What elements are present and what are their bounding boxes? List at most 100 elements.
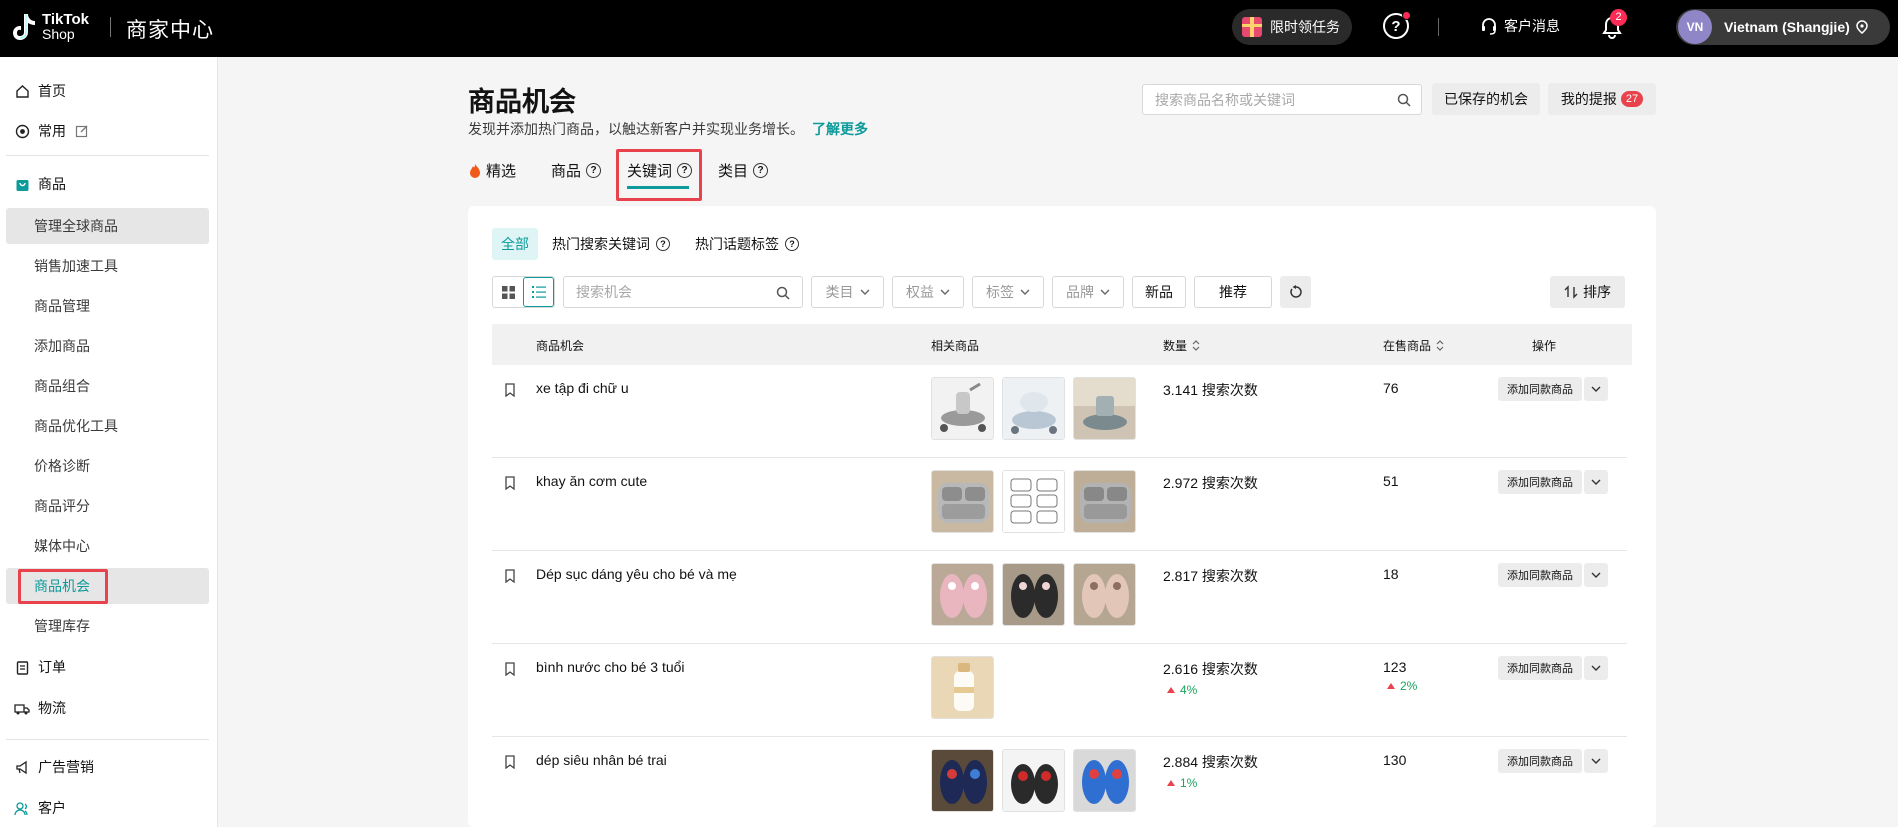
help-icon[interactable]: ? [586, 163, 602, 178]
table-row: bình nước cho bé 3 tuổi 2.616 搜索次数 4% 12… [492, 644, 1627, 737]
more-actions-dropdown[interactable] [1584, 656, 1608, 680]
bookmark-icon[interactable] [504, 476, 516, 490]
column-quantity[interactable]: 数量 [1163, 337, 1200, 354]
sandal-blue-icon[interactable] [1073, 749, 1136, 812]
add-similar-product-button[interactable]: 添加同款商品 [1498, 563, 1582, 587]
help-icon[interactable]: ? [1383, 11, 1411, 39]
more-actions-dropdown[interactable] [1584, 563, 1608, 587]
more-actions-dropdown[interactable] [1584, 377, 1608, 401]
clog-black-icon[interactable] [1002, 563, 1065, 626]
customer-messages-button[interactable]: 客户消息 [1480, 16, 1560, 36]
chevron-down-icon [1020, 289, 1030, 295]
sidebar-item-price-diagnosis[interactable]: 价格诊断 [6, 448, 209, 484]
sidebar-item-media-center[interactable]: 媒体中心 [6, 528, 209, 564]
help-icon[interactable]: ? [753, 163, 769, 178]
sidebar-item-product-bundle[interactable]: 商品组合 [6, 368, 209, 404]
brand-filter-dropdown[interactable]: 品牌 [1052, 276, 1124, 308]
sidebar-item-common[interactable]: 常用 [14, 118, 98, 144]
chevron-down-icon [1591, 572, 1601, 578]
tray-steel-icon[interactable] [1073, 470, 1136, 533]
sidebar-item-inventory[interactable]: 管理库存 [6, 608, 209, 644]
my-proposals-button[interactable]: 我的提报 27 [1548, 83, 1656, 115]
tab-categories[interactable]: 类目? [718, 160, 769, 181]
more-actions-dropdown[interactable] [1584, 470, 1608, 494]
bottle-icon[interactable] [931, 656, 994, 719]
tag-filter-dropdown[interactable]: 标签 [972, 276, 1044, 308]
clog-pink-icon[interactable] [931, 563, 994, 626]
sidebar-item-orders[interactable]: 订单 [14, 654, 66, 680]
limited-task-button[interactable]: 限时领任务 [1232, 9, 1352, 45]
bookmark-icon[interactable] [504, 662, 516, 676]
account-switcher[interactable]: VN Vietnam (Shangjie) [1676, 9, 1890, 45]
tray-grid-icon[interactable] [1002, 470, 1065, 533]
search-count: 2.884 搜索次数 1% [1163, 752, 1258, 790]
walker-grey-icon[interactable] [931, 377, 994, 440]
bookmark-icon[interactable] [504, 755, 516, 769]
sidebar-item-optimization-tool[interactable]: 商品优化工具 [6, 408, 209, 444]
keyword-text[interactable]: khay ăn cơm cute [536, 473, 647, 489]
search-icon[interactable] [776, 286, 790, 300]
subtab-all[interactable]: 全部 [492, 228, 538, 260]
benefit-filter-dropdown[interactable]: 权益 [892, 276, 964, 308]
sandal-hero-icon[interactable] [931, 749, 994, 812]
subtab-hot-topic[interactable]: 热门话题标签? [695, 228, 799, 260]
sidebar-item-sales-accelerator[interactable]: 销售加速工具 [6, 248, 209, 284]
page-description: 发现并添加热门商品，以触达新客户并实现业务增长。 了解更多 [468, 119, 868, 139]
list-view-icon[interactable] [523, 277, 554, 307]
sort-arrows-icon[interactable] [1192, 340, 1200, 351]
avatar: VN [1678, 10, 1712, 44]
table-row: xe tập đi chữ u 3.141 搜索次数 76 添加同款商品 [492, 365, 1627, 458]
sidebar-item-home[interactable]: 首页 [14, 78, 66, 104]
chevron-down-icon [940, 289, 950, 295]
column-on-sale[interactable]: 在售商品 [1383, 337, 1444, 354]
clog-pink-icon[interactable] [1073, 563, 1136, 626]
sandal-red-icon[interactable] [1002, 749, 1065, 812]
bookmark-icon[interactable] [504, 569, 516, 583]
sidebar-item-logistics[interactable]: 物流 [14, 695, 66, 721]
walker-round-icon[interactable] [1002, 377, 1065, 440]
sidebar-item-ads[interactable]: 广告营销 [14, 754, 94, 780]
help-icon[interactable]: ? [785, 237, 799, 251]
tab-featured[interactable]: 精选 [468, 160, 516, 181]
keyword-text[interactable]: dép siêu nhân bé trai [536, 752, 667, 768]
bookmark-icon[interactable] [504, 383, 516, 397]
on-sale-count: 123 2% [1383, 659, 1417, 693]
learn-more-link[interactable]: 了解更多 [812, 121, 868, 137]
add-similar-product-button[interactable]: 添加同款商品 [1498, 749, 1582, 773]
reset-filters-button[interactable] [1280, 276, 1311, 308]
sidebar-item-product-management[interactable]: 商品管理 [6, 288, 209, 324]
sidebar-item-customers[interactable]: 客户 [14, 795, 66, 821]
category-filter-dropdown[interactable]: 类目 [811, 276, 884, 308]
related-products [931, 470, 1136, 533]
add-similar-product-button[interactable]: 添加同款商品 [1498, 656, 1582, 680]
subtab-hot-search[interactable]: 热门搜索关键词? [552, 228, 670, 260]
product-search-input[interactable]: 搜索商品名称或关键词 [1142, 84, 1422, 115]
tab-products[interactable]: 商品? [551, 160, 602, 181]
sort-arrows-icon[interactable] [1436, 340, 1444, 351]
more-actions-dropdown[interactable] [1584, 749, 1608, 773]
new-products-filter-button[interactable]: 新品 [1132, 276, 1186, 308]
column-opportunity: 商品机会 [536, 339, 585, 353]
seller-center-title[interactable]: 商家中心 [126, 14, 214, 44]
walker-room-icon[interactable] [1073, 377, 1136, 440]
search-icon[interactable] [1397, 93, 1411, 107]
recommended-filter-button[interactable]: 推荐 [1194, 276, 1272, 308]
sidebar-item-add-product[interactable]: 添加商品 [6, 328, 209, 364]
fire-icon [470, 163, 480, 178]
tiktok-shop-logo[interactable]: TikTok Shop [12, 12, 89, 42]
sidebar-item-products[interactable]: 商品 [14, 171, 66, 197]
keyword-text[interactable]: Dép sục dáng yêu cho bé và mẹ [536, 566, 737, 582]
grid-view-icon[interactable] [493, 277, 523, 307]
add-similar-product-button[interactable]: 添加同款商品 [1498, 470, 1582, 494]
sidebar-item-global-products[interactable]: 管理全球商品 [6, 208, 209, 244]
add-similar-product-button[interactable]: 添加同款商品 [1498, 377, 1582, 401]
keyword-text[interactable]: bình nước cho bé 3 tuổi [536, 659, 685, 675]
edit-icon[interactable] [74, 123, 90, 139]
help-icon[interactable]: ? [656, 237, 670, 251]
sidebar-item-product-rating[interactable]: 商品评分 [6, 488, 209, 524]
saved-opportunities-button[interactable]: 已保存的机会 [1432, 83, 1540, 115]
opportunity-search-input[interactable]: 搜索机会 [563, 276, 803, 308]
keyword-text[interactable]: xe tập đi chữ u [536, 380, 629, 396]
tray-steel-icon[interactable] [931, 470, 994, 533]
sort-button[interactable]: 排序 [1550, 276, 1625, 308]
